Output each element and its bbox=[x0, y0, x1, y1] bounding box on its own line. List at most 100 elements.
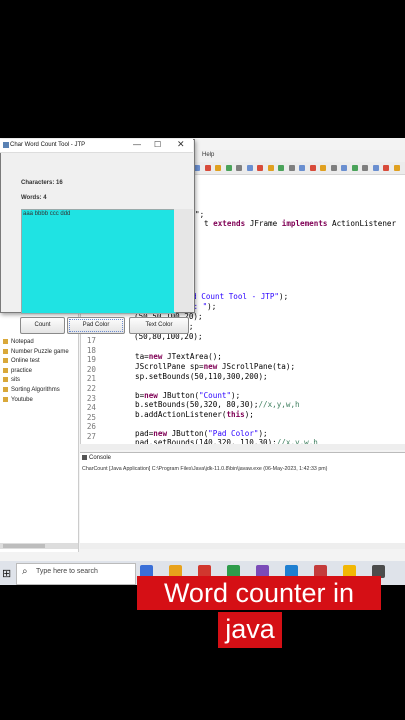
code-line: b=new JButton("Count"); bbox=[135, 391, 240, 400]
code-token: b.addActionListener( bbox=[135, 410, 227, 419]
code-token: extends bbox=[213, 219, 246, 228]
java-app-icon bbox=[3, 142, 9, 148]
toolbar-icon[interactable] bbox=[362, 165, 368, 171]
package-item[interactable]: Youtube bbox=[3, 396, 33, 403]
package-explorer-scroll-thumb[interactable] bbox=[3, 544, 45, 548]
folder-icon bbox=[3, 358, 8, 364]
folder-icon bbox=[3, 367, 8, 373]
line-number: 24 bbox=[86, 403, 96, 413]
code-token: t bbox=[204, 219, 214, 228]
code-token: this bbox=[226, 410, 245, 419]
search-icon: ⌕ bbox=[22, 566, 28, 577]
toolbar-icon[interactable] bbox=[204, 165, 211, 171]
text-area[interactable] bbox=[21, 209, 176, 314]
toolbar-icon[interactable] bbox=[246, 165, 253, 171]
menu-help[interactable]: Help bbox=[202, 152, 214, 158]
caption-line-2: java bbox=[218, 612, 282, 648]
toolbar-icon[interactable] bbox=[309, 165, 316, 171]
line-number: 20 bbox=[86, 364, 96, 374]
window-title: Char Word Count Tool - JTP bbox=[10, 142, 86, 148]
code-line: ta=new JTextArea(); bbox=[135, 352, 222, 361]
code-token: JScrollPane(ta); bbox=[217, 362, 296, 371]
code-token: JButton( bbox=[167, 429, 209, 438]
toolbar-icon[interactable] bbox=[278, 165, 284, 171]
console-scrollbar[interactable] bbox=[80, 543, 405, 549]
toolbar-icon[interactable] bbox=[351, 165, 358, 171]
code-line: "; bbox=[195, 210, 205, 219]
line-number: 18 bbox=[86, 345, 96, 355]
package-item-label: Sorting Algorithms bbox=[11, 387, 60, 394]
toolbar-icon[interactable] bbox=[383, 165, 389, 171]
editor-scrollbar[interactable] bbox=[80, 444, 405, 450]
package-item[interactable]: Sorting Algorithms bbox=[3, 387, 60, 393]
pad-color-button[interactable]: Pad Color bbox=[67, 317, 125, 334]
code-token: ); bbox=[244, 410, 254, 419]
toolbar-icon[interactable] bbox=[393, 165, 400, 171]
console-output: CharCount [Java Application] C:\Program … bbox=[82, 466, 328, 472]
code-token: new bbox=[203, 362, 218, 371]
text-area-content: aaa bbbb ccc ddd bbox=[23, 211, 71, 217]
folder-icon bbox=[3, 387, 8, 392]
toolbar-icon[interactable] bbox=[257, 165, 263, 171]
package-item[interactable]: practice bbox=[3, 367, 32, 374]
code-token: ta= bbox=[135, 352, 149, 361]
toolbar-icon[interactable] bbox=[215, 165, 221, 171]
characters-count-label: Characters: 16 bbox=[21, 180, 63, 186]
code-token: ); bbox=[279, 292, 289, 301]
count-button[interactable]: Count bbox=[20, 317, 65, 334]
package-item[interactable]: Online test bbox=[3, 358, 40, 364]
code-line: pad=new JButton("Pad Color"); bbox=[135, 429, 268, 438]
code-token: new bbox=[144, 391, 158, 400]
package-item[interactable]: Notepad bbox=[3, 339, 34, 345]
code-token: b.setBounds(50,320, 80,30); bbox=[135, 400, 259, 409]
code-token: //x,y,w,h bbox=[258, 400, 300, 409]
toolbar-icon[interactable] bbox=[299, 165, 305, 171]
code-token: ord Count Tool - JTP" bbox=[183, 292, 280, 301]
line-number: 17 bbox=[86, 336, 96, 345]
search-placeholder: Type here to search bbox=[36, 568, 98, 575]
toolbar-icon[interactable] bbox=[225, 165, 232, 171]
toolbar-icon[interactable] bbox=[372, 165, 379, 171]
code-token: "Pad Color" bbox=[208, 429, 259, 438]
toolbar-icon[interactable] bbox=[320, 165, 326, 171]
code-token: ); bbox=[207, 302, 217, 311]
window-scroll-region bbox=[174, 209, 193, 312]
toolbar-icon[interactable] bbox=[330, 165, 337, 171]
line-number: 23 bbox=[86, 393, 96, 403]
line-number: 19 bbox=[86, 355, 96, 365]
code-token: implements bbox=[281, 219, 328, 228]
code-line: b.addActionListener(this); bbox=[135, 410, 254, 419]
eclipse-toolbar bbox=[190, 162, 405, 175]
package-item[interactable]: Number Puzzle game bbox=[3, 348, 69, 355]
line-number: 26 bbox=[86, 422, 96, 432]
package-item-label: Notepad bbox=[11, 339, 34, 346]
text-color-button[interactable]: Text Color bbox=[129, 317, 189, 334]
code-token: JFrame bbox=[245, 219, 282, 228]
code-line: JScrollPane sp=new JScrollPane(ta); bbox=[135, 362, 295, 371]
package-item-label: Number Puzzle game bbox=[11, 348, 69, 355]
package-item[interactable]: sits bbox=[3, 377, 20, 383]
words-count-label: Words: 4 bbox=[21, 195, 47, 201]
toolbar-icon[interactable] bbox=[341, 165, 347, 171]
toolbar-icon[interactable] bbox=[288, 165, 295, 171]
toolbar-icon[interactable] bbox=[236, 165, 242, 171]
package-item-label: Youtube bbox=[11, 396, 33, 403]
code-token: new bbox=[153, 429, 168, 438]
code-token: "Count" bbox=[199, 391, 232, 400]
line-number: 22 bbox=[86, 383, 96, 393]
windows-start-icon[interactable]: ⊞ bbox=[2, 567, 11, 580]
folder-icon bbox=[3, 377, 8, 383]
code-line: t extends JFrame implements ActionListen… bbox=[204, 219, 396, 228]
code-token: new bbox=[148, 352, 163, 361]
folder-icon bbox=[3, 339, 8, 344]
minimize-icon[interactable]: — bbox=[133, 140, 141, 149]
code-line: ord Count Tool - JTP"); bbox=[183, 292, 288, 301]
maximize-icon[interactable]: ☐ bbox=[154, 140, 161, 149]
code-token: pad= bbox=[135, 429, 154, 438]
close-icon[interactable]: ✕ bbox=[177, 139, 185, 150]
console-tab[interactable]: Console bbox=[82, 455, 111, 461]
toolbar-icon[interactable] bbox=[267, 165, 274, 171]
folder-icon bbox=[3, 396, 8, 402]
code-token: ); bbox=[258, 429, 268, 438]
line-number: 25 bbox=[86, 412, 96, 422]
